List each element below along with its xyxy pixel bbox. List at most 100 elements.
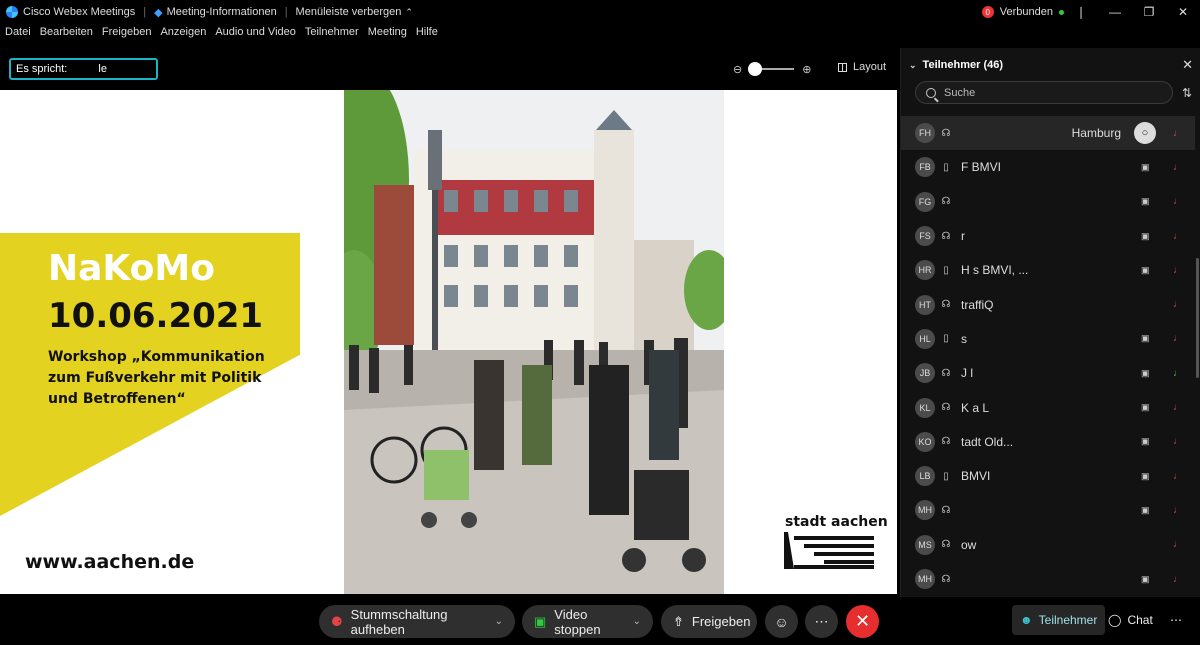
video-camera-icon: ▣ <box>1141 333 1150 344</box>
connection-status: Verbunden <box>999 6 1053 18</box>
mic-muted-icon[interactable]: ♩ <box>1173 265 1183 276</box>
participant-row[interactable]: MS ☊ ow ♩ <box>901 528 1195 562</box>
leave-meeting-button[interactable]: ✕ <box>846 605 879 638</box>
slide-title: NaKoMo <box>48 248 215 289</box>
avatar: HL <box>915 328 935 349</box>
video-camera-icon: ▣ <box>1141 573 1150 584</box>
participant-row[interactable]: KL ☊ K a L ▣ ♩ <box>901 390 1195 424</box>
minimize-icon[interactable]: — <box>1098 5 1132 19</box>
participant-row[interactable]: FH ☊ Hamburg ○ ♩ <box>901 116 1195 151</box>
participant-row[interactable]: HL ▯ s ▣ ♩ <box>901 322 1195 356</box>
meeting-info-link[interactable]: Meeting-Informationen <box>167 6 277 18</box>
chevron-down-icon[interactable]: ⌄ <box>495 616 503 627</box>
scrollbar[interactable] <box>1196 258 1199 378</box>
participant-row[interactable]: HR ▯ H s BMVI, ... ▣ ♩ <box>901 253 1195 287</box>
participant-row[interactable]: MH ☊ ▣ ♩ <box>901 562 1195 596</box>
zoom-out-icon[interactable]: ⊖ <box>733 63 742 76</box>
unmute-button[interactable]: ⚈ Stummschaltung aufheben ⌄ <box>319 605 515 638</box>
more-panel-button[interactable]: ⋯ <box>1162 605 1190 635</box>
chevron-down-icon[interactable]: ⌄ <box>909 60 917 71</box>
mic-muted-icon[interactable]: ♩ <box>1173 539 1183 550</box>
menu-view[interactable]: Anzeigen <box>160 26 206 44</box>
mic-icon[interactable]: ♩ <box>1173 368 1183 379</box>
avatar: MS <box>915 534 935 555</box>
mic-muted-icon[interactable]: ♩ <box>1173 574 1183 585</box>
more-options-button[interactable]: ⋯ <box>805 605 838 638</box>
participant-row[interactable]: LB ▯ BMVI ▣ ♩ <box>901 459 1195 493</box>
chat-label: Chat <box>1127 613 1153 627</box>
restore-icon[interactable]: ❐ <box>1132 5 1166 19</box>
participants-toggle-button[interactable]: ☻ Teilnehmer <box>1012 605 1106 635</box>
zoom-slider[interactable] <box>748 62 795 76</box>
mic-muted-icon[interactable]: ♩ <box>1173 162 1183 173</box>
phone-icon: ▯ <box>943 470 949 482</box>
participant-row[interactable]: FB ▯ F BMVI ▣ ♩ <box>901 150 1195 184</box>
mic-muted-icon[interactable]: ♩ <box>1173 505 1183 516</box>
mic-muted-icon[interactable]: ♩ <box>1173 196 1183 207</box>
close-window-icon[interactable]: ✕ <box>1166 5 1200 19</box>
mic-muted-icon[interactable]: ♩ <box>1173 402 1183 413</box>
layout-button[interactable]: Layout <box>838 61 886 73</box>
participant-row[interactable]: MH ☊ ▣ ♩ <box>901 493 1195 527</box>
participant-row[interactable]: HT ☊ traffiQ ♩ <box>901 287 1195 321</box>
video-camera-icon: ▣ <box>1141 161 1150 172</box>
participant-search-input[interactable]: Suche <box>915 81 1173 104</box>
participant-row[interactable]: KO ☊ tadt Old... ▣ ♩ <box>901 425 1195 459</box>
chat-icon: ◯ <box>1108 613 1122 627</box>
title-bar: Cisco Webex Meetings | ◆ Meeting-Informa… <box>0 0 1200 24</box>
video-camera-icon: ▣ <box>1141 264 1150 275</box>
headset-icon: ☊ <box>941 230 951 242</box>
mic-muted-icon[interactable]: ♩ <box>1173 333 1183 344</box>
avatar: KO <box>915 431 935 452</box>
chevron-up-icon[interactable]: ⌃ <box>405 7 413 18</box>
menu-audio-video[interactable]: Audio und Video <box>215 26 296 44</box>
participant-name: r <box>961 229 965 244</box>
participants-header: ⌄ Teilnehmer (46) ✕ <box>909 57 1193 73</box>
chat-bubble-icon[interactable]: ○ <box>1134 122 1156 145</box>
menu-help[interactable]: Hilfe <box>416 26 438 44</box>
hide-menu-button[interactable]: Menüleiste verbergen <box>296 6 402 18</box>
headset-icon: ☊ <box>941 367 951 379</box>
search-icon <box>926 87 936 98</box>
menu-file[interactable]: Datei <box>5 26 31 44</box>
mic-muted-icon[interactable]: ♩ <box>1173 231 1183 242</box>
chat-toggle-button[interactable]: ◯ Chat <box>1100 605 1161 635</box>
menu-participants[interactable]: Teilnehmer <box>305 26 359 44</box>
stop-video-button[interactable]: ▣ Video stoppen ⌄ <box>522 605 653 638</box>
avatar: KL <box>915 397 935 418</box>
speaker-name: le <box>98 63 107 75</box>
participant-row[interactable]: FG ☊ ▣ ♩ <box>901 185 1195 219</box>
mic-muted-icon[interactable]: ♩ <box>1173 436 1183 447</box>
menu-meeting[interactable]: Meeting <box>368 26 407 44</box>
zoom-slider-thumb[interactable] <box>748 62 763 76</box>
mic-muted-icon[interactable]: ♩ <box>1173 471 1183 482</box>
participant-row[interactable]: JB ☊ J l ▣ ♩ <box>901 356 1195 390</box>
headset-icon: ☊ <box>941 436 951 448</box>
participants-panel: ⌄ Teilnehmer (46) ✕ Suche ⇅ FH ☊ Hamburg ○ ♩… <box>900 48 1200 597</box>
menu-share[interactable]: Freigeben <box>102 26 152 44</box>
mic-muted-icon[interactable]: ♩ <box>1173 128 1183 139</box>
headset-icon: ☊ <box>941 504 951 516</box>
person-icon: ☻ <box>1020 613 1033 627</box>
sort-icon[interactable]: ⇅ <box>1182 86 1192 100</box>
avatar: MH <box>915 500 935 521</box>
avatar: HR <box>915 260 935 281</box>
close-icon: ✕ <box>854 611 871 631</box>
avatar: MH <box>915 569 935 589</box>
notification-badge[interactable]: 0 <box>981 6 994 18</box>
close-panel-icon[interactable]: ✕ <box>1182 57 1193 73</box>
shared-content: NaKoMo 10.06.2021 Workshop „Kommunikatio… <box>0 90 897 594</box>
video-label: Video stoppen <box>554 606 601 637</box>
participant-row[interactable]: FS ☊ r ▣ ♩ <box>901 219 1195 253</box>
smiley-icon: ☺ <box>774 613 789 630</box>
zoom-in-icon[interactable]: ⊕ <box>802 63 811 76</box>
chevron-down-icon[interactable]: ⌄ <box>633 616 641 627</box>
participant-name: BMVI <box>961 469 991 484</box>
share-label: Freigeben <box>691 614 751 629</box>
video-camera-icon: ▣ <box>1141 367 1150 378</box>
menu-edit[interactable]: Bearbeiten <box>40 26 93 44</box>
video-camera-icon: ▣ <box>1141 402 1150 413</box>
reactions-button[interactable]: ☺ <box>765 605 798 638</box>
share-button[interactable]: ⇮ Freigeben <box>661 605 757 638</box>
mic-muted-icon[interactable]: ♩ <box>1173 299 1183 310</box>
